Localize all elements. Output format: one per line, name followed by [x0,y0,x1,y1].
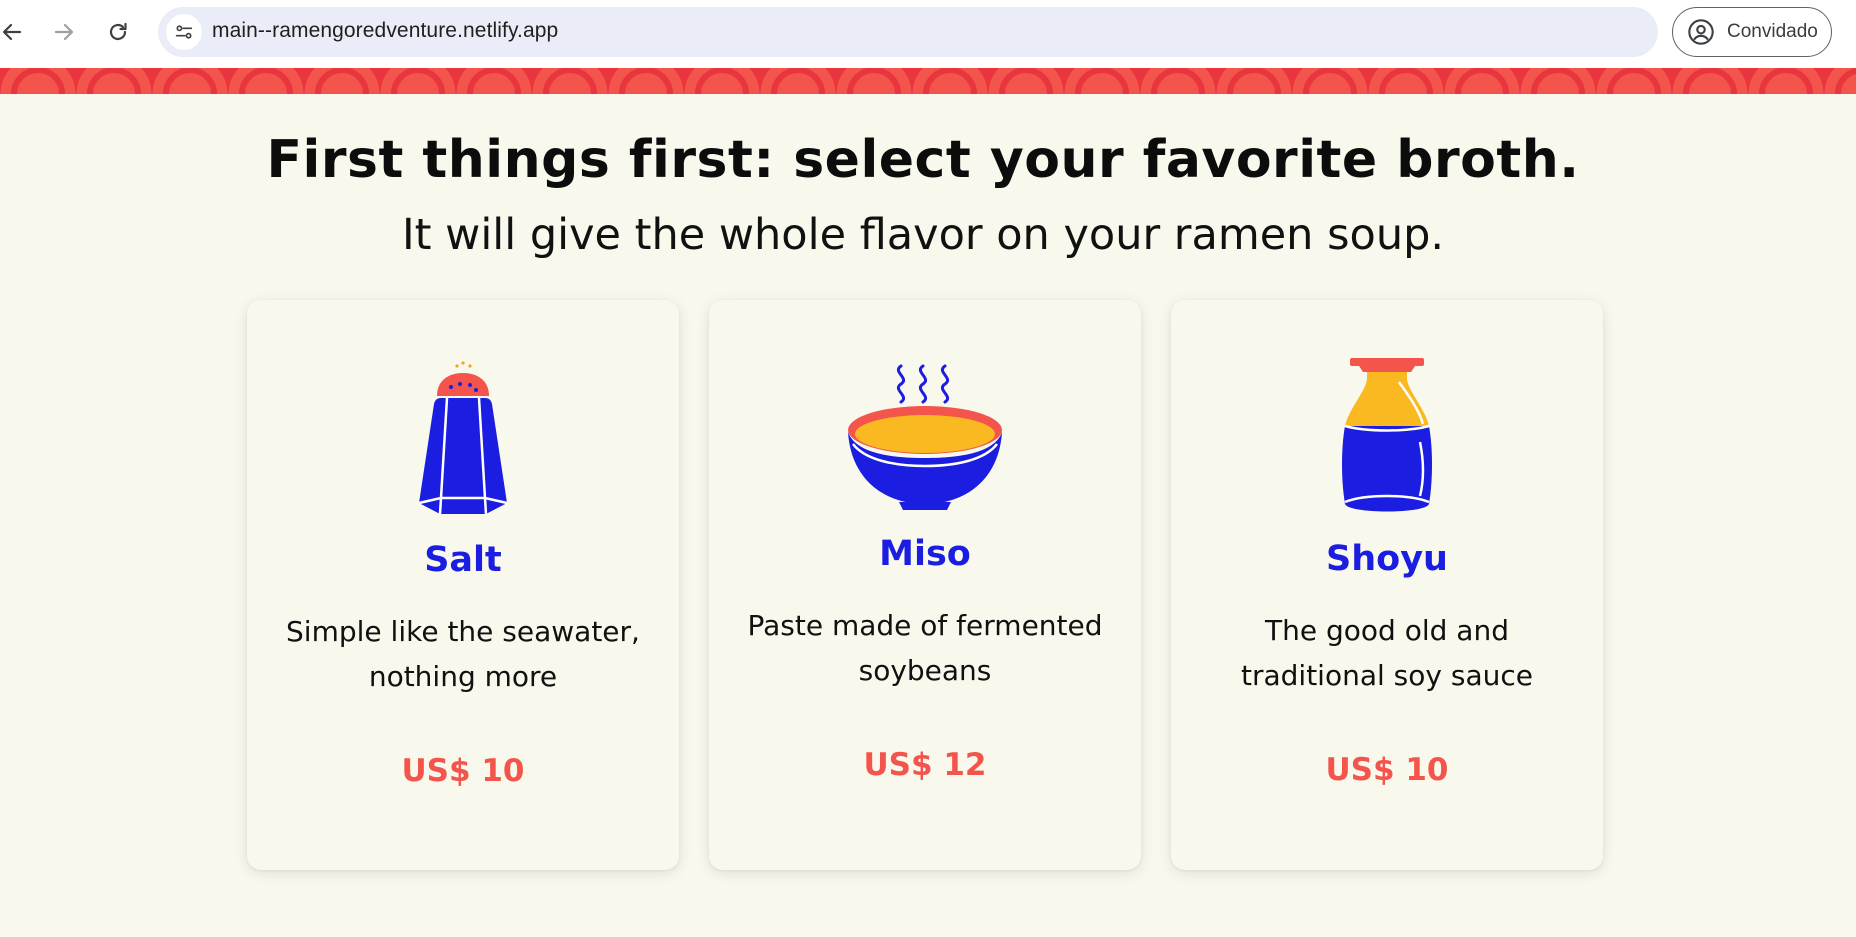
site-info-button[interactable] [166,14,202,50]
browser-toolbar: main--ramengoredventure.netlify.app Conv… [0,0,1856,68]
broth-description: The good old and traditional soy sauce [1241,614,1533,692]
account-circle-icon [1688,19,1714,45]
broth-card-salt[interactable]: Salt Simple like the seawater, nothing m… [247,300,679,870]
forward-button[interactable] [44,12,84,52]
page-subtitle: It will give the whole flavor on your ra… [401,210,1445,260]
page-title: First things first: select your favorite… [266,130,1580,190]
profile-button[interactable]: Convidado [1672,7,1832,57]
broth-price: US$ 10 [1325,752,1449,788]
broth-description: Simple like the seawater, nothing more [286,615,640,693]
soy-sauce-bottle-icon [1171,358,1603,518]
reload-button[interactable] [98,12,138,52]
broth-card-shoyu[interactable]: Shoyu The good old and traditional soy s… [1171,300,1603,870]
broth-name: Salt [424,540,502,580]
broth-name: Miso [879,534,971,574]
broth-name: Shoyu [1326,539,1448,579]
decorative-pattern-band [0,68,1856,94]
arrow-left-icon [2,23,22,41]
profile-label: Convidado [1727,21,1818,42]
arrow-right-icon [54,23,74,41]
address-bar[interactable]: main--ramengoredventure.netlify.app [158,7,1658,57]
broth-card-miso[interactable]: Miso Paste made of fermented soybeans US… [709,300,1141,870]
tune-icon [175,25,193,39]
wave-pattern-icon [0,68,1856,94]
broth-price: US$ 12 [863,747,987,783]
salt-shaker-icon [247,358,679,518]
miso-bowl-icon [709,362,1141,512]
broth-price: US$ 10 [401,753,525,789]
reload-icon [109,22,127,41]
broth-description: Paste made of fermented soybeans [747,609,1103,687]
url-text[interactable]: main--ramengoredventure.netlify.app [212,19,558,43]
back-button[interactable] [0,12,32,52]
